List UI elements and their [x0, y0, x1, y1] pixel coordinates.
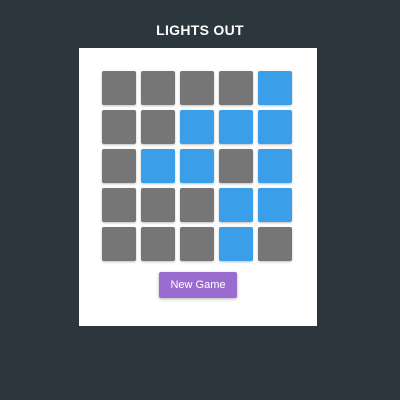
light-cell-r4-c1[interactable] — [102, 188, 136, 222]
light-cell-r2-c5[interactable] — [258, 110, 292, 144]
lights-grid — [102, 71, 294, 263]
light-cell-r3-c1[interactable] — [102, 149, 136, 183]
light-cell-r1-c2[interactable] — [141, 71, 175, 105]
light-cell-r5-c4[interactable] — [219, 227, 253, 261]
light-cell-r5-c3[interactable] — [180, 227, 214, 261]
light-cell-r3-c4[interactable] — [219, 149, 253, 183]
light-cell-r2-c4[interactable] — [219, 110, 253, 144]
light-cell-r2-c1[interactable] — [102, 110, 136, 144]
new-game-button[interactable]: New Game — [159, 272, 237, 298]
game-panel: New Game — [79, 48, 317, 326]
light-cell-r5-c5[interactable] — [258, 227, 292, 261]
game-title: LIGHTS OUT — [156, 22, 244, 38]
light-cell-r1-c1[interactable] — [102, 71, 136, 105]
light-cell-r2-c3[interactable] — [180, 110, 214, 144]
light-cell-r4-c4[interactable] — [219, 188, 253, 222]
light-cell-r5-c1[interactable] — [102, 227, 136, 261]
light-cell-r3-c2[interactable] — [141, 149, 175, 183]
light-cell-r1-c4[interactable] — [219, 71, 253, 105]
light-cell-r1-c5[interactable] — [258, 71, 292, 105]
light-cell-r2-c2[interactable] — [141, 110, 175, 144]
light-cell-r4-c5[interactable] — [258, 188, 292, 222]
light-cell-r4-c3[interactable] — [180, 188, 214, 222]
light-cell-r1-c3[interactable] — [180, 71, 214, 105]
light-cell-r3-c5[interactable] — [258, 149, 292, 183]
light-cell-r4-c2[interactable] — [141, 188, 175, 222]
light-cell-r3-c3[interactable] — [180, 149, 214, 183]
light-cell-r5-c2[interactable] — [141, 227, 175, 261]
